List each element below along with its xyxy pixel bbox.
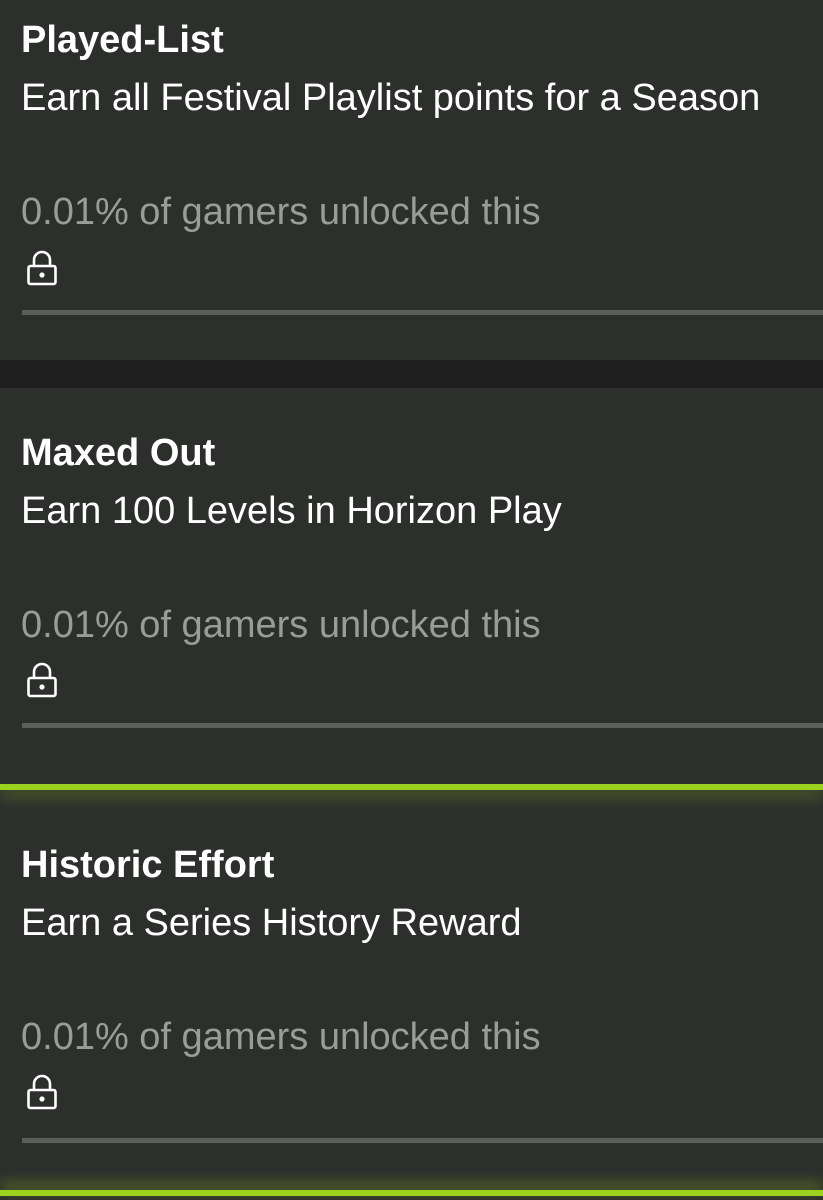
achievement-description: Earn 100 Levels in Horizon Play [21, 490, 562, 532]
achievement-progress-bar [22, 723, 823, 728]
achievement-description: Earn all Festival Playlist points for a … [21, 77, 761, 119]
achievement-card-played-list[interactable]: Played-List Earn all Festival Playlist p… [0, 0, 823, 360]
achievement-description: Earn a Series History Reward [21, 902, 522, 944]
achievement-rarity: 0.01% of gamers unlocked this [21, 604, 541, 646]
achievement-progress-bar [22, 310, 823, 315]
lock-icon [27, 250, 57, 286]
achievement-title: Played-List [21, 19, 224, 61]
achievement-card-maxed-out[interactable]: Maxed Out Earn 100 Levels in Horizon Pla… [0, 388, 823, 784]
achievement-rarity: 0.01% of gamers unlocked this [21, 1016, 541, 1058]
achievement-progress-bar [22, 1138, 823, 1143]
focus-highlight-bottom [0, 1190, 823, 1196]
achievement-card-historic-effort[interactable]: Historic Effort Earn a Series History Re… [0, 784, 823, 1200]
achievement-rarity: 0.01% of gamers unlocked this [21, 191, 541, 233]
lock-icon [27, 662, 57, 698]
achievement-title: Maxed Out [21, 432, 216, 474]
lock-icon [27, 1074, 57, 1110]
achievement-title: Historic Effort [21, 844, 275, 886]
achievement-list: Played-List Earn all Festival Playlist p… [0, 0, 823, 1200]
